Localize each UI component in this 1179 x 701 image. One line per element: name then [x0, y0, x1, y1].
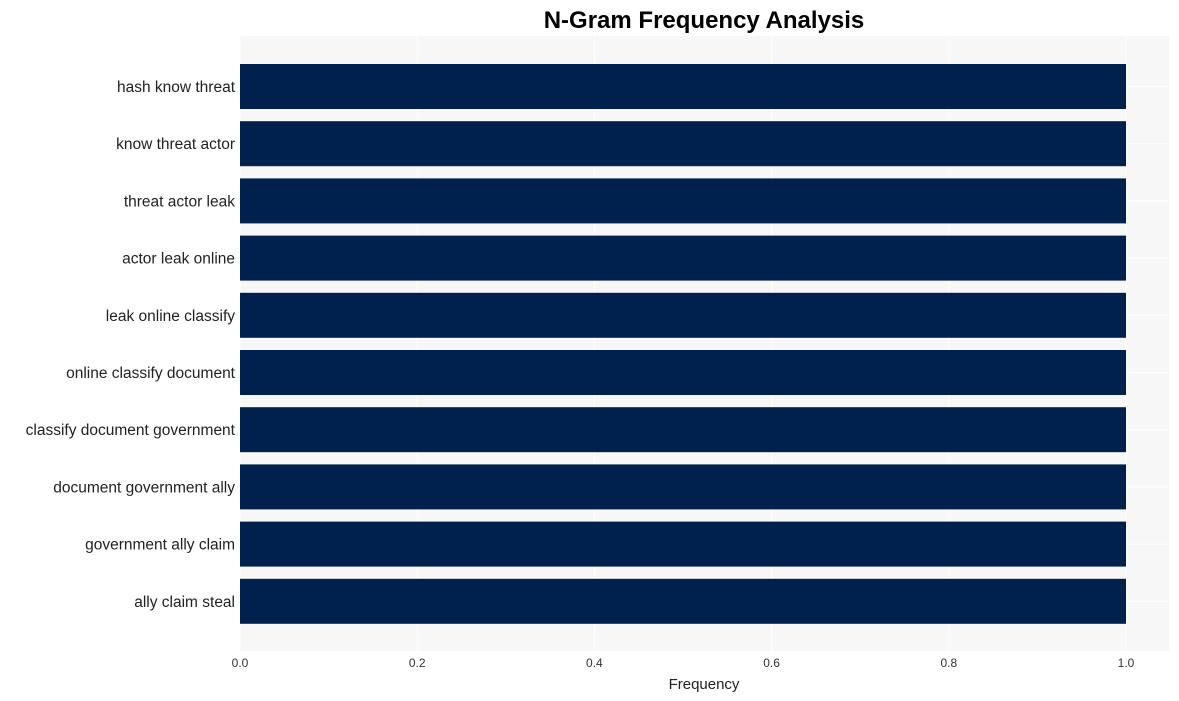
x-tick-label: 0.0 — [232, 656, 249, 670]
y-axis-labels: hash know threat know threat actor threat … — [26, 79, 236, 611]
x-tick-label: 1.0 — [1118, 656, 1135, 670]
bar — [240, 121, 1126, 167]
bar — [240, 350, 1126, 395]
bar — [240, 292, 1126, 338]
y-tick-label: leak online classify — [106, 308, 235, 325]
x-axis-label: Frequency — [669, 676, 740, 693]
y-tick-label: classify document government — [26, 422, 236, 439]
x-tick-label: 0.4 — [586, 656, 603, 670]
bar — [240, 407, 1126, 453]
y-tick-label: government ally claim — [85, 537, 235, 554]
bar — [240, 235, 1126, 281]
y-tick-label: document government ally — [53, 479, 235, 496]
bar — [240, 64, 1126, 109]
bar — [240, 578, 1126, 624]
y-tick-label: know threat actor — [116, 136, 235, 153]
y-tick-label: online classify document — [66, 365, 236, 382]
x-tick-label: 0.8 — [940, 656, 957, 670]
bar — [240, 178, 1126, 224]
y-tick-label: threat actor leak — [124, 193, 235, 210]
bar — [240, 521, 1126, 567]
y-tick-label: ally claim steal — [134, 594, 235, 611]
chart-title: N-Gram Frequency Analysis — [544, 7, 865, 34]
x-axis-ticks: 0.0 0.2 0.4 0.6 0.8 1.0 — [232, 656, 1135, 670]
y-tick-label: hash know threat — [117, 79, 236, 96]
chart: hash know threat know threat actor threat … — [26, 7, 1169, 693]
x-tick-label: 0.6 — [763, 656, 780, 670]
y-tick-label: actor leak online — [122, 251, 235, 268]
bar — [240, 464, 1126, 510]
x-tick-label: 0.2 — [409, 656, 426, 670]
